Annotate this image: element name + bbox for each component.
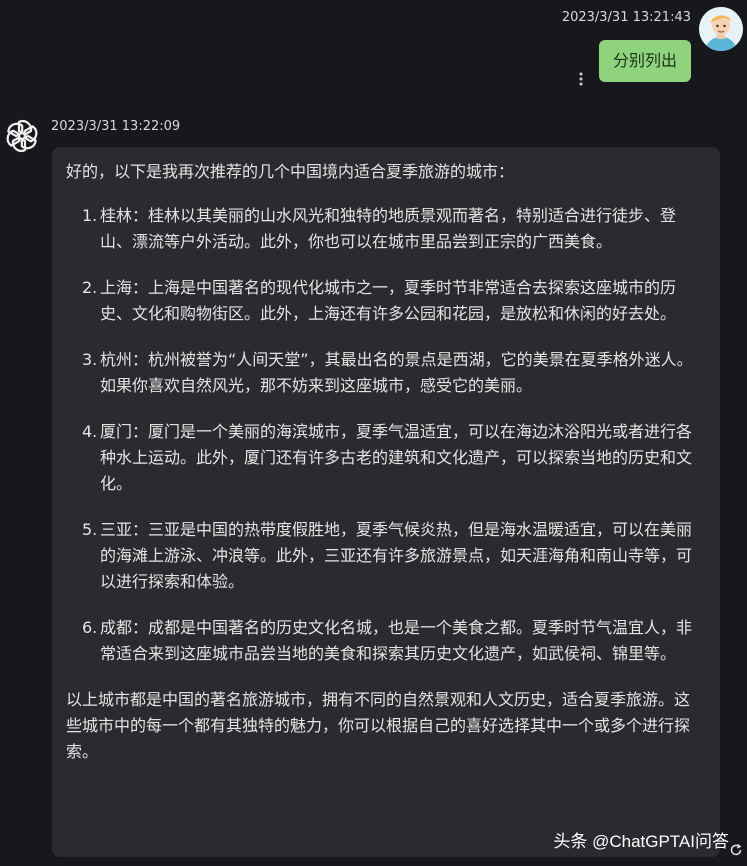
user-message-bubble: 分别列出 [598, 40, 691, 82]
list-item-number: 2. [82, 278, 98, 297]
bot-message-bubble: 好的，以下是我再次推荐的几个中国境内适合夏季旅游的城市： 1. 桂林：桂林以其美… [52, 147, 720, 857]
list-item-number: 1. [82, 206, 98, 225]
openai-logo-icon [4, 118, 40, 154]
list-item: 4. 厦门：厦门是一个美丽的海滨城市，夏季气温适宜，可以在海边沐浴阳光或者进行各… [66, 419, 704, 497]
list-item-number: 6. [82, 618, 98, 637]
user-avatar-icon[interactable] [699, 7, 743, 51]
list-item: 1. 桂林：桂林以其美丽的山水风光和独特的地质景观而著名，特别适合进行徒步、登山… [66, 203, 704, 255]
list-item-number: 4. [82, 422, 98, 441]
user-message-timestamp: 2023/3/31 13:21:43 [561, 10, 691, 25]
watermark: 头条 @ChatGPTAI问答 [553, 832, 729, 851]
list-item-text: 厦门：厦门是一个美丽的海滨城市，夏季气温适宜，可以在海边沐浴阳光或者进行各种水上… [100, 422, 693, 493]
list-item: 6. 成都：成都是中国著名的历史文化名城，也是一个美食之都。夏季时节气温宜人，非… [66, 615, 704, 667]
more-vertical-icon[interactable] [579, 70, 583, 88]
bot-message-timestamp: 2023/3/31 13:22:09 [51, 119, 181, 134]
bot-outro-text: 以上城市都是中国的著名旅游城市，拥有不同的自然景观和人文历史，适合夏季旅游。这些… [66, 690, 691, 761]
list-item-number: 5. [82, 520, 98, 539]
list-item-text: 杭州：杭州被誉为“人间天堂”，其最出名的景点是西湖，它的美景在夏季格外迷人。如果… [100, 350, 693, 395]
list-item: 5. 三亚：三亚是中国的热带度假胜地，夏季气候炎热，但是海水温暖适宜，可以在美丽… [66, 517, 704, 595]
city-list: 1. 桂林：桂林以其美丽的山水风光和独特的地质景观而著名，特别适合进行徒步、登山… [66, 203, 704, 667]
list-item: 3. 杭州：杭州被誉为“人间天堂”，其最出名的景点是西湖，它的美景在夏季格外迷人… [66, 347, 704, 399]
list-item: 2. 上海：上海是中国著名的现代化城市之一，夏季时节非常适合去探索这座城市的历史… [66, 275, 704, 327]
chat-page: 2023/3/31 13:21:43 分别列出 2023/3/31 13:22:… [0, 0, 747, 866]
refresh-icon[interactable] [729, 842, 743, 856]
list-item-text: 上海：上海是中国著名的现代化城市之一，夏季时节非常适合去探索这座城市的历史、文化… [100, 278, 677, 323]
list-item-text: 桂林：桂林以其美丽的山水风光和独特的地质景观而著名，特别适合进行徒步、登山、漂流… [100, 206, 677, 251]
list-item-text: 成都：成都是中国著名的历史文化名城，也是一个美食之都。夏季时节气温宜人，非常适合… [100, 618, 693, 663]
list-item-text: 三亚：三亚是中国的热带度假胜地，夏季气候炎热，但是海水温暖适宜，可以在美丽的海滩… [100, 520, 693, 591]
bot-intro-text: 好的，以下是我再次推荐的几个中国境内适合夏季旅游的城市： [66, 162, 515, 181]
list-item-number: 3. [82, 350, 98, 369]
